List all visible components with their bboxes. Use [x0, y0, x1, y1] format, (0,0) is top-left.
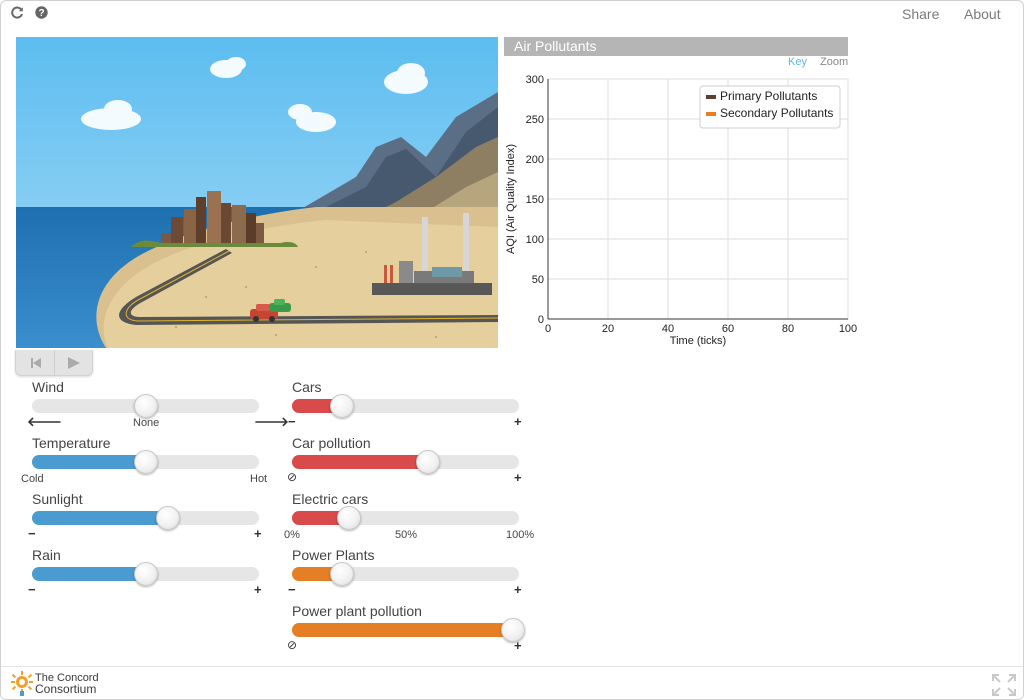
y-tick-label: 0	[538, 314, 544, 326]
temperature-slider[interactable]: Temperature Cold Hot	[21, 435, 282, 485]
x-tick-label: 100	[839, 323, 857, 335]
cars-handle[interactable]	[329, 394, 354, 418]
sunlight-label: Sunlight	[32, 491, 83, 507]
fullscreen-icon[interactable]	[991, 673, 1017, 697]
electric-cars-label: Electric cars	[292, 491, 369, 507]
footer: The Concord Consortium	[1, 666, 1023, 699]
plus-icon: +	[514, 582, 522, 597]
y-tick-label: 250	[526, 114, 544, 126]
share-link[interactable]: Share	[902, 6, 939, 22]
x-tick-label: 60	[722, 323, 734, 335]
car-pollution-slider[interactable]: Car pollution ⊘ +	[287, 435, 542, 485]
y-tick-label: 200	[526, 154, 544, 166]
y-tick-label: 100	[526, 234, 544, 246]
rain-slider[interactable]: Rain − +	[28, 547, 282, 597]
graph-title: Air Pollutants	[504, 37, 848, 56]
wind-none-label: None	[133, 417, 160, 429]
none-icon: ⊘	[287, 638, 298, 652]
x-tick-label: 20	[602, 323, 614, 335]
arrow-right-icon: 🡒	[254, 414, 289, 429]
power-plants-track[interactable]	[292, 567, 519, 581]
concord-logo-text: The Concord Consortium	[35, 672, 99, 696]
about-link[interactable]: About	[964, 6, 1001, 22]
electric-cars-track[interactable]	[292, 511, 519, 525]
key-button[interactable]: Key	[788, 56, 807, 68]
electric-cars-max-label: 100%	[506, 529, 535, 541]
simulation-scene	[16, 37, 498, 348]
minus-icon: −	[288, 414, 296, 429]
air-pollutants-chart: 0 50 100 150 200 250 300 0 20 40 60 80 100 Time (tick…	[505, 74, 857, 347]
electric-cars-min-label: 0%	[284, 529, 300, 541]
x-tick-label: 0	[545, 323, 551, 335]
reset-button[interactable]	[20, 354, 50, 372]
legend-entry: Secondary Pollutants	[720, 106, 833, 120]
electric-cars-handle[interactable]	[336, 506, 361, 530]
none-icon: ⊘	[287, 470, 298, 484]
y-tick-label: 150	[526, 194, 544, 206]
power-plant-pollution-track[interactable]	[292, 623, 519, 637]
arrow-left-icon: 🡐	[27, 414, 62, 429]
power-plant-pollution-slider[interactable]: Power plant pollution ⊘ +	[287, 603, 542, 653]
plus-icon: +	[514, 638, 522, 653]
y-tick-label: 50	[532, 274, 544, 286]
temperature-handle[interactable]	[133, 450, 158, 474]
minus-icon: −	[28, 582, 36, 597]
car-pollution-label: Car pollution	[292, 435, 371, 451]
minus-icon: −	[28, 526, 36, 541]
sunlight-fill	[32, 511, 169, 525]
rain-fill	[32, 567, 146, 581]
rain-handle[interactable]	[133, 562, 158, 586]
help-icon[interactable]: ?	[35, 6, 48, 22]
plus-icon: +	[254, 526, 262, 541]
playback-divider	[54, 350, 55, 376]
power-plant-pollution-fill	[292, 623, 519, 637]
electric-cars-slider[interactable]: Electric cars 0% 50% 100%	[284, 491, 542, 541]
wind-handle[interactable]	[133, 394, 158, 418]
temperature-hot-label: Hot	[250, 473, 268, 485]
legend-swatch	[706, 95, 716, 99]
app-window: ? Share About Air Pollutants Key Zoom 0 …	[0, 0, 1024, 700]
temperature-label: Temperature	[32, 435, 111, 451]
electric-cars-mid-label: 50%	[395, 529, 418, 541]
zoom-button[interactable]: Zoom	[820, 56, 848, 68]
cars-track[interactable]	[292, 399, 519, 413]
plus-icon: +	[514, 470, 522, 485]
y-axis-label: AQI (Air Quality Index)	[505, 144, 517, 254]
temperature-fill	[32, 455, 146, 469]
temperature-cold-label: Cold	[21, 473, 44, 485]
power-plants-handle[interactable]	[329, 562, 354, 586]
reload-icon[interactable]	[10, 6, 24, 23]
car-pollution-track[interactable]	[292, 455, 519, 469]
svg-text:?: ?	[38, 8, 44, 19]
plus-icon: +	[514, 414, 522, 429]
sunlight-slider[interactable]: Sunlight − +	[28, 491, 282, 541]
x-tick-label: 40	[662, 323, 674, 335]
minus-icon: −	[288, 582, 296, 597]
sunlight-track[interactable]	[32, 511, 259, 525]
power-plants-label: Power Plants	[292, 547, 375, 563]
concord-logo-icon[interactable]	[10, 671, 34, 699]
play-button[interactable]	[58, 354, 88, 372]
wind-label: Wind	[32, 379, 64, 395]
playback-controls	[15, 350, 93, 376]
rain-label: Rain	[32, 547, 61, 563]
y-tick-label: 300	[526, 74, 544, 86]
car-pollution-handle[interactable]	[416, 450, 441, 474]
legend-entry: Primary Pollutants	[720, 89, 817, 103]
sunlight-handle[interactable]	[156, 506, 181, 530]
plus-icon: +	[254, 582, 262, 597]
wind-slider[interactable]: Wind 🡐 None 🡒	[27, 379, 289, 429]
cars-label: Cars	[292, 379, 322, 395]
cars-slider[interactable]: Cars − +	[288, 379, 542, 429]
x-axis-label: Time (ticks)	[670, 335, 726, 347]
x-tick-label: 80	[782, 323, 794, 335]
legend-swatch	[706, 112, 716, 116]
car-pollution-fill	[292, 455, 429, 469]
power-plants-slider[interactable]: Power Plants − +	[288, 547, 542, 597]
power-plant-pollution-label: Power plant pollution	[292, 603, 422, 619]
